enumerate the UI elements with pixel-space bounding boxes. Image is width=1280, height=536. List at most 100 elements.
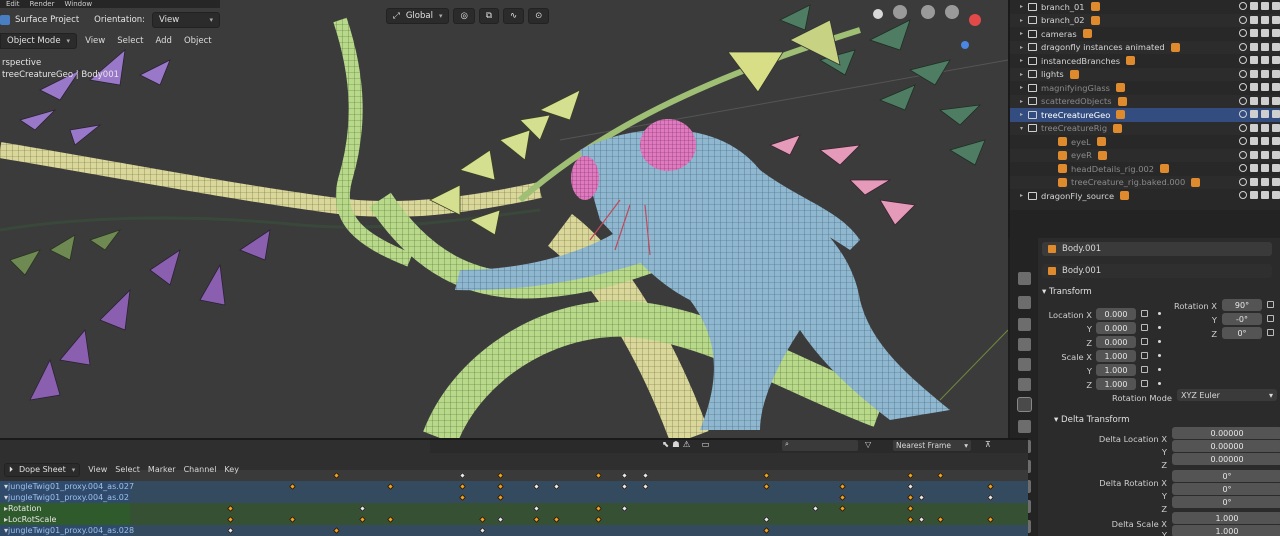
outliner-row[interactable]: ▸ magnifyingGlass <box>1010 81 1280 95</box>
transform-panel-header[interactable]: ▾ Transform <box>1042 287 1092 297</box>
eye-icon[interactable] <box>1239 191 1247 199</box>
output-tab-icon[interactable] <box>1018 318 1031 331</box>
monitor-icon[interactable] <box>1261 137 1269 145</box>
select-icon[interactable] <box>1250 123 1258 132</box>
lock-icon[interactable] <box>1141 380 1148 387</box>
disclosure-icon[interactable]: ▸ <box>1020 84 1028 91</box>
eye-icon[interactable] <box>1239 2 1247 10</box>
camera-icon[interactable] <box>1272 29 1280 37</box>
disclosure-icon[interactable]: ▸ <box>1020 98 1028 105</box>
delta-rotation-z-field[interactable]: 0° <box>1172 496 1280 508</box>
camera-icon[interactable] <box>1272 56 1280 64</box>
scale-y-field[interactable]: 1.000 <box>1096 364 1136 376</box>
scale-z-field[interactable]: 1.000 <box>1096 378 1136 390</box>
menu-select[interactable]: Select <box>113 34 147 48</box>
select-icon[interactable] <box>1250 150 1258 159</box>
camera-icon[interactable] <box>1272 2 1280 10</box>
select-icon[interactable] <box>1250 15 1258 24</box>
outliner-row[interactable]: ▸ scatteredObjects <box>1010 94 1280 108</box>
outliner-row[interactable]: ▸ branch_01 <box>1010 0 1280 14</box>
pivot-dropdown[interactable]: ◎ <box>453 8 475 24</box>
warning-icon[interactable]: ⚠ <box>683 440 691 450</box>
monitor-icon[interactable] <box>1261 110 1269 118</box>
lock-icon[interactable] <box>1141 310 1148 317</box>
eye-icon[interactable] <box>1239 15 1247 24</box>
camera-icon[interactable] <box>1272 177 1280 186</box>
select-icon[interactable] <box>1250 56 1258 64</box>
delta-location-y-field[interactable]: 0.00000 <box>1172 440 1280 452</box>
delta-rotation-x-field[interactable]: 0° <box>1172 470 1280 482</box>
scale-x-field[interactable]: 1.000 <box>1096 350 1136 362</box>
monitor-icon[interactable] <box>1261 123 1269 132</box>
select-icon[interactable] <box>1250 164 1258 172</box>
snap-dropdown[interactable]: ⧉ <box>478 8 499 24</box>
action-icon[interactable]: ▭ <box>701 440 709 450</box>
disclosure-icon[interactable]: ▸ <box>1020 30 1028 37</box>
camera-icon[interactable] <box>1272 96 1280 105</box>
rotation-mode-dropdown[interactable]: XYZ Euler ▾ <box>1177 389 1277 401</box>
delta-location-x-field[interactable]: 0.00000 <box>1172 427 1280 439</box>
monitor-icon[interactable] <box>1261 164 1269 172</box>
outliner-row[interactable]: treeCreature_rig.baked.000 <box>1010 175 1280 189</box>
disclosure-icon[interactable]: ▸ <box>1020 57 1028 64</box>
modifier-tab-icon[interactable] <box>1018 420 1031 433</box>
search-input[interactable]: ⌕ <box>782 440 858 451</box>
location-z-field[interactable]: 0.000 <box>1096 336 1136 348</box>
menu-render[interactable]: Render <box>30 0 55 8</box>
lock-icon[interactable] <box>1267 329 1274 336</box>
ds-menu-view[interactable]: View <box>88 465 107 474</box>
select-icon[interactable] <box>1250 110 1258 118</box>
orientation-dropdown[interactable]: View ▾ <box>152 12 221 28</box>
eye-icon[interactable] <box>1239 42 1247 51</box>
camera-icon[interactable] <box>1272 137 1280 145</box>
world-tab-icon[interactable] <box>1018 378 1031 391</box>
select-icon[interactable] <box>1250 42 1258 51</box>
dope-sheet[interactable]: ⬉ ☗ ⚠ ▭ ⌕ ▽ Nearest Frame ▾ ⊼ ⏵ Dope She… <box>0 438 1028 536</box>
camera-icon[interactable] <box>1272 42 1280 51</box>
data-name-field[interactable]: Body.001 <box>1042 264 1272 278</box>
select-icon[interactable] <box>1250 191 1258 199</box>
delta-transform-panel-header[interactable]: ▾ Delta Transform <box>1054 415 1129 425</box>
channel-row[interactable]: ▸ Rotation <box>0 503 130 514</box>
outliner-row[interactable]: ▾ treeCreatureRig <box>1010 121 1280 135</box>
keyframe-dot-icon[interactable] <box>1158 354 1161 357</box>
transform-orientation-dropdown[interactable]: ⤢ Global ▾ <box>386 8 450 24</box>
disclosure-icon[interactable]: ▸ <box>1020 3 1028 10</box>
monitor-icon[interactable] <box>1261 56 1269 64</box>
eye-icon[interactable] <box>1239 96 1247 105</box>
overlay-dropdown[interactable]: ⊙ <box>528 8 550 24</box>
menu-view[interactable]: View <box>81 34 109 48</box>
camera-icon[interactable] <box>1272 123 1280 132</box>
pointer-icon[interactable]: ⬉ <box>662 440 669 450</box>
ds-menu-marker[interactable]: Marker <box>148 465 176 474</box>
rotation-x-field[interactable]: 90° <box>1222 299 1262 311</box>
menu-add[interactable]: Add <box>151 34 175 48</box>
delta-location-z-field[interactable]: 0.00000 <box>1172 453 1280 465</box>
scene-tab-icon[interactable] <box>1018 358 1031 371</box>
monitor-icon[interactable] <box>1261 150 1269 159</box>
monitor-icon[interactable] <box>1261 15 1269 24</box>
filter-icon[interactable]: ▽ <box>865 440 871 449</box>
outliner-row[interactable]: ▸ cameras <box>1010 27 1280 41</box>
channel-row[interactable]: ▸ LocRotScale <box>0 514 130 525</box>
select-icon[interactable] <box>1250 69 1258 78</box>
outliner-row[interactable]: ▸ dragonFly_source <box>1010 189 1280 203</box>
ghost-icon[interactable]: ☗ <box>672 440 680 450</box>
snap-mode-dropdown[interactable]: Nearest Frame ▾ <box>893 440 971 451</box>
camera-icon[interactable] <box>1272 69 1280 78</box>
object-name-field[interactable]: Body.001 <box>1042 242 1272 256</box>
monitor-icon[interactable] <box>1261 83 1269 91</box>
monitor-icon[interactable] <box>1261 2 1269 10</box>
camera-icon[interactable] <box>1272 150 1280 159</box>
lock-icon[interactable] <box>1141 352 1148 359</box>
lock-icon[interactable] <box>1141 366 1148 373</box>
camera-icon[interactable] <box>1272 191 1280 199</box>
select-icon[interactable] <box>1250 177 1258 186</box>
menu-object[interactable]: Object <box>180 34 216 48</box>
proportional-icon[interactable]: ⊼ <box>985 440 991 449</box>
disclosure-open-icon[interactable]: ▾ <box>1020 125 1028 132</box>
object-tab-icon[interactable] <box>1017 397 1032 412</box>
3d-viewport[interactable]: Edit Render Window Surface Project Orien… <box>0 0 1008 438</box>
monitor-icon[interactable] <box>1261 96 1269 105</box>
disclosure-icon[interactable]: ▸ <box>1020 44 1028 51</box>
